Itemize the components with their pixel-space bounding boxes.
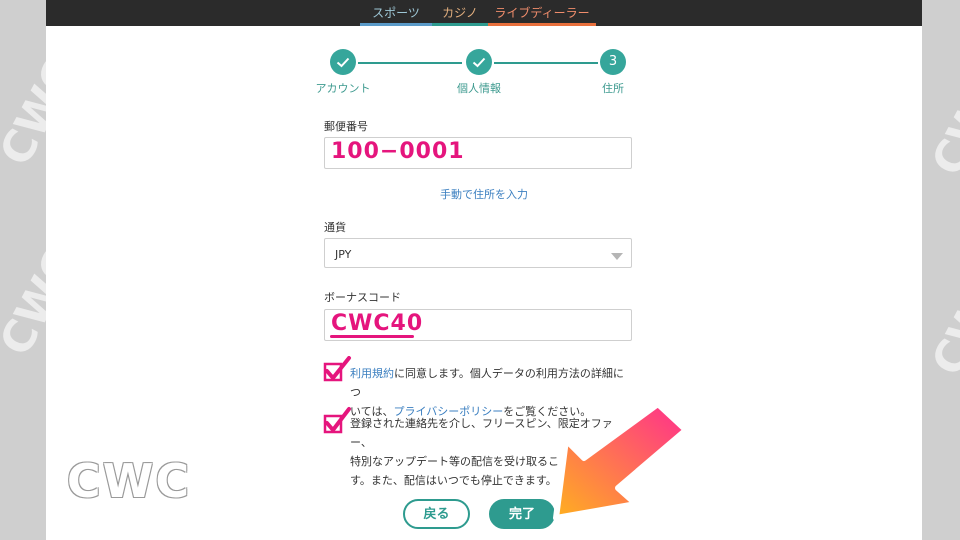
step-connector [494, 62, 598, 64]
left-watermark-area: CWC CWC [0, 0, 46, 540]
watermark-text: CWC [0, 240, 46, 364]
nav-tab-sports[interactable]: スポーツ [360, 0, 432, 26]
step-2-label: 個人情報 [457, 82, 501, 95]
top-navigation-bar: スポーツ カジノ ライブディーラー [46, 0, 922, 26]
currency-label: 通貨 [324, 221, 346, 234]
terms-checkbox[interactable] [322, 356, 352, 384]
logo-big-text: CWC [66, 454, 192, 508]
step-3-circle: 3 [600, 49, 626, 75]
bonus-code-value: CWC40 [331, 311, 424, 336]
logo-sub-text: WINNER'S CLUB [71, 502, 187, 517]
postal-code-input[interactable]: 100−0001 [324, 137, 632, 169]
step-2-circle [466, 49, 492, 75]
postal-code-label: 郵便番号 [324, 120, 368, 133]
step-connector [358, 62, 462, 64]
chevron-down-icon [611, 253, 623, 260]
watermark-text: CWC [922, 60, 960, 184]
nav-tab-casino[interactable]: カジノ [432, 0, 488, 26]
bonus-code-label: ボーナスコード [324, 291, 401, 304]
check-icon [336, 57, 350, 68]
casino-logo: CASINO CWC WINNER'S CLUB [64, 444, 194, 524]
highlight-underline [330, 335, 414, 338]
watermark-text: CWC [0, 50, 46, 174]
step-1-label: アカウント [315, 82, 371, 95]
manual-address-link[interactable]: 手動で住所を入力 [346, 186, 622, 202]
terms-link[interactable]: 利用規約 [350, 367, 394, 380]
postal-code-value: 100−0001 [331, 139, 465, 164]
pointer-arrow-icon [553, 401, 689, 521]
currency-selected-value: JPY [335, 248, 352, 261]
back-button[interactable]: 戻る [403, 499, 470, 529]
nav-tab-live-dealer[interactable]: ライブディーラー [488, 0, 596, 26]
step-1-circle [330, 49, 356, 75]
right-watermark-area: CWC CWC [922, 0, 960, 540]
currency-select[interactable]: JPY [324, 238, 632, 268]
watermark-text: CWC [922, 260, 960, 384]
marketing-checkbox[interactable] [322, 406, 352, 436]
step-3-label: 住所 [602, 82, 624, 95]
check-icon [472, 57, 486, 68]
